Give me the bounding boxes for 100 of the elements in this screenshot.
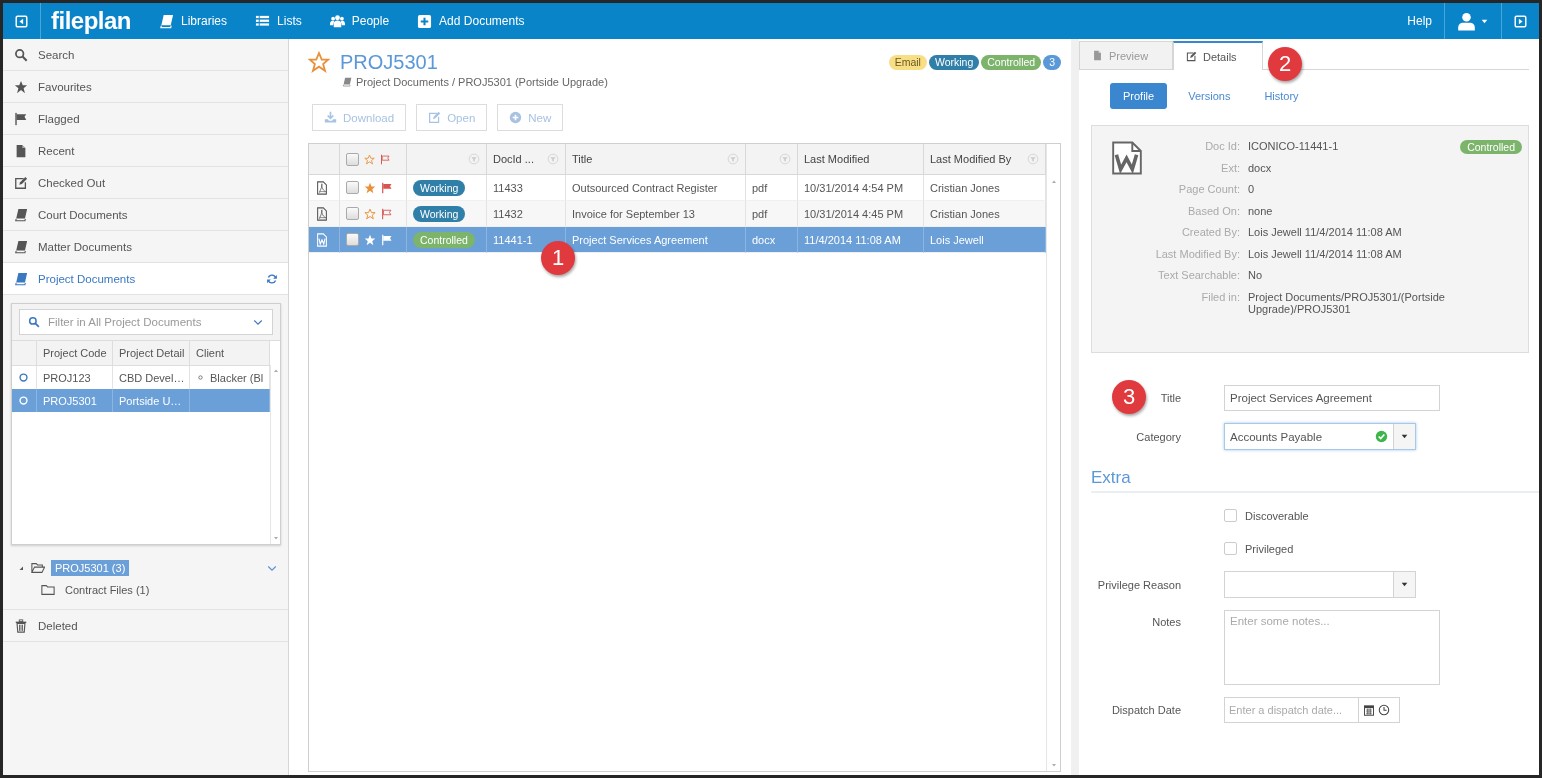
- table-cell: docx: [752, 233, 776, 246]
- filter-icon[interactable]: [779, 153, 791, 165]
- scroll-down-icon[interactable]: [1049, 761, 1058, 769]
- flag-outline-icon[interactable]: [381, 207, 393, 220]
- column-header[interactable]: Project Detail: [119, 347, 185, 359]
- privilege-reason-select[interactable]: [1224, 571, 1416, 598]
- filter-icon[interactable]: [1027, 153, 1039, 165]
- flag-icon[interactable]: [381, 233, 393, 246]
- callout-marker: 3: [1112, 380, 1146, 414]
- table-cell: 10/31/2014 4:54 PM: [804, 181, 904, 194]
- subtab[interactable]: Versions: [1175, 83, 1244, 109]
- callout-marker: 2: [1268, 47, 1302, 81]
- field-label: Dispatch Date: [1110, 704, 1181, 716]
- column-header[interactable]: Project Code: [43, 347, 107, 359]
- callout-marker: 1: [541, 241, 575, 275]
- expand-right-icon: [1514, 14, 1527, 28]
- edit-icon: [428, 111, 442, 124]
- scroll-down-icon[interactable]: [271, 534, 280, 542]
- folder-icon: [41, 583, 55, 597]
- row-checkbox[interactable]: [346, 181, 359, 194]
- star-outline-icon[interactable]: [364, 153, 375, 165]
- field-value: Lois Jewell 11/4/2014 11:08 AM: [1248, 247, 1403, 262]
- column-header[interactable]: Title: [566, 144, 746, 174]
- trash-icon: [14, 618, 28, 633]
- logo[interactable]: fileplan: [41, 7, 145, 35]
- flag-outline-icon[interactable]: [380, 153, 391, 165]
- column-header[interactable]: Last Modified By: [924, 144, 1046, 174]
- calendar-icon[interactable]: [1363, 704, 1375, 716]
- filter-icon[interactable]: [547, 153, 559, 165]
- filter-icon[interactable]: [468, 153, 480, 165]
- flag-icon[interactable]: [381, 181, 393, 194]
- table-row[interactable]: Working 11432 Invoice for September 13 pdf 10/31/2014 4:45 PM Cristian Jones: [309, 201, 1046, 227]
- category-select[interactable]: Accounts Payable: [1224, 423, 1416, 450]
- radio-icon[interactable]: [18, 372, 29, 383]
- table-cell: 11432: [493, 207, 523, 220]
- book-icon: [14, 271, 28, 286]
- status-badge: Working: [413, 205, 466, 222]
- checkbox-label: Privileged: [1245, 542, 1294, 555]
- field-label: Privilege Reason: [1096, 578, 1181, 591]
- star-icon: [14, 79, 28, 94]
- bullet-icon: [196, 373, 205, 382]
- table-row[interactable]: PROJ123 CBD Devel… Blacker (Bl: [12, 366, 271, 389]
- book-icon: [14, 207, 28, 222]
- table-cell: pdf: [752, 181, 768, 194]
- field-label: Filed in:: [1200, 290, 1240, 305]
- field-label: Ext:: [1220, 161, 1240, 176]
- nav-link[interactable]: Libraries: [145, 3, 242, 39]
- filter-field[interactable]: Filter in All Project Documents: [19, 309, 273, 335]
- filter-icon[interactable]: [727, 153, 739, 165]
- subtab[interactable]: Profile: [1110, 83, 1168, 109]
- field-value: ICONICO-11441-1: [1248, 140, 1340, 154]
- nav-link[interactable]: People: [315, 3, 404, 39]
- nav-link[interactable]: Lists: [241, 3, 316, 39]
- field-label: Notes: [1151, 615, 1181, 628]
- table-cell: 11/4/2014 11:08 AM: [804, 233, 901, 246]
- checkbox[interactable]: [1224, 509, 1237, 522]
- field-label: Based On:: [1187, 204, 1240, 219]
- table-cell: Cristian Jones: [930, 207, 1000, 220]
- notes-field[interactable]: Enter some notes...: [1224, 610, 1440, 685]
- tree-item[interactable]: Contract Files (1): [61, 582, 154, 598]
- table-cell: Cristian Jones: [930, 181, 1000, 194]
- table-cell: Invoice for September 13: [572, 207, 695, 220]
- clock-icon[interactable]: [1378, 704, 1390, 716]
- subtab[interactable]: History: [1251, 83, 1312, 109]
- star-outline-icon[interactable]: [364, 207, 376, 220]
- title-field[interactable]: Project Services Agreement: [1224, 385, 1440, 411]
- field-value: none: [1248, 204, 1274, 219]
- star-outline-icon[interactable]: [308, 51, 330, 73]
- book-icon: [14, 239, 28, 254]
- date-field[interactable]: Enter a dispatch date...: [1224, 697, 1400, 723]
- checkbox[interactable]: [1224, 542, 1237, 555]
- document-title: PROJ5301: [340, 51, 438, 73]
- nav-link[interactable]: Add Documents: [403, 3, 539, 39]
- star-icon[interactable]: [364, 181, 376, 194]
- refresh-icon[interactable]: [266, 272, 278, 285]
- field-value: docx: [1248, 161, 1273, 176]
- folder-icon: [31, 561, 45, 575]
- select-all-checkbox[interactable]: [346, 152, 359, 166]
- row-checkbox[interactable]: [346, 233, 359, 246]
- table-row[interactable]: Working 11433 Outsourced Contract Register pdf 10/31/2014 4:54 PM Cristian Jones: [309, 175, 1046, 201]
- section-heading: Extra: [1091, 462, 1539, 493]
- status-badge: Controlled: [1460, 140, 1522, 154]
- people-icon: [329, 13, 345, 29]
- help-link[interactable]: Help: [1395, 14, 1444, 28]
- scroll-up-icon[interactable]: [1049, 178, 1058, 186]
- field-label: Doc Id:: [1204, 140, 1240, 154]
- star-icon[interactable]: [364, 233, 376, 246]
- tab[interactable]: Details: [1173, 41, 1263, 70]
- list-icon: [255, 13, 271, 29]
- tree-caret-icon[interactable]: [17, 564, 25, 572]
- plus-circle-icon: [509, 111, 523, 124]
- row-checkbox[interactable]: [346, 207, 359, 220]
- user-icon: [1457, 11, 1476, 31]
- status-badge: 3: [1043, 55, 1061, 70]
- scroll-up-icon[interactable]: [271, 367, 280, 375]
- edit-icon: [1186, 51, 1197, 62]
- column-header[interactable]: DocId ...: [487, 144, 566, 174]
- sidebar-item[interactable]: Project Documents: [3, 263, 288, 295]
- column-header[interactable]: Last Modified: [798, 144, 924, 174]
- column-header[interactable]: Client: [196, 347, 225, 359]
